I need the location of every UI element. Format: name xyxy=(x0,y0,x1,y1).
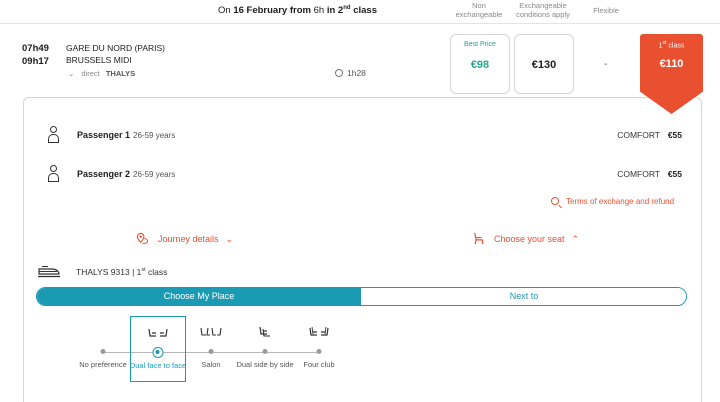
price-value: €130 xyxy=(531,59,557,71)
terms-link[interactable]: Terms of exchange and refund xyxy=(551,197,674,206)
class-suffix: st xyxy=(141,267,146,274)
radio-dot xyxy=(316,349,322,354)
chevron-up-icon: ⌃ xyxy=(571,234,580,244)
seat-option-dual-side-by-side[interactable]: Dual side by side xyxy=(236,316,294,382)
departure-station: GARE DU NORD (PARIS) xyxy=(66,43,166,53)
radio-selected xyxy=(152,347,164,358)
passenger-age: 26-59 years xyxy=(133,131,176,140)
search-icon xyxy=(551,197,559,205)
seat-option-label: Four club xyxy=(303,360,335,369)
travel-date: 16 February xyxy=(233,5,288,17)
radio-dot xyxy=(262,349,268,354)
journey-details-toggle[interactable]: Journey details ⌄ xyxy=(136,232,233,245)
price-non-exchangeable[interactable]: Best Price €98 xyxy=(450,34,510,94)
passenger-row: Passenger 1 26-59 years COMFORT €55 xyxy=(23,126,702,146)
salon-seats-icon xyxy=(200,327,222,336)
column-label: conditions apply xyxy=(516,10,570,19)
class-suffix: st xyxy=(662,40,667,46)
class-suffix: nd xyxy=(343,5,351,11)
class-word: class xyxy=(353,5,377,17)
trip-duration: 1h28 xyxy=(335,68,366,78)
train-times: 07h49 09h17 xyxy=(22,42,49,68)
train-result-row[interactable]: 07h49 09h17 GARE DU NORD (PARIS) BRUSSEL… xyxy=(0,26,720,98)
person-icon xyxy=(48,165,59,183)
arrival-time: 09h17 xyxy=(22,56,49,67)
departure-time: 07h49 xyxy=(22,43,49,54)
column-flexible: Flexible xyxy=(593,6,619,15)
train-info: THALYS 9313 | 1st class xyxy=(38,264,638,280)
price-flexible: - xyxy=(604,59,608,70)
from-word: from xyxy=(289,5,311,17)
fare-class: COMFORT xyxy=(617,130,660,140)
seat-selection-tabs: Choose My Place Next to xyxy=(36,287,687,306)
face-to-face-seats-icon xyxy=(148,328,168,337)
column-label: exchangeable xyxy=(455,10,503,19)
chevron-down-icon: ⌄ xyxy=(225,234,234,244)
passenger-name: Passenger 2 xyxy=(77,169,131,179)
choose-seat-label: Choose your seat xyxy=(494,234,565,244)
price-value: €98 xyxy=(470,59,490,71)
radio-dot xyxy=(100,349,106,354)
train-icon xyxy=(38,266,60,278)
first-class-price: €110 xyxy=(659,58,684,70)
seat-option-no-preference[interactable]: No preference xyxy=(75,316,131,382)
date-prefix: On xyxy=(218,5,231,17)
class-word: class xyxy=(668,42,685,50)
travel-time: 6h xyxy=(313,5,325,17)
seat-option-dual-face-to-face[interactable]: Dual face to face xyxy=(130,316,186,382)
train-stations: GARE DU NORD (PARIS) BRUSSELS MIDI xyxy=(66,42,165,66)
train-number: THALYS 9313 | 1 xyxy=(76,267,142,277)
train-details-toggle[interactable]: ⌄ direct THALYS xyxy=(68,69,135,78)
choose-seat-toggle[interactable]: Choose your seat ⌃ xyxy=(472,232,579,245)
passenger-price: €55 xyxy=(667,130,682,140)
best-price-badge: Best Price xyxy=(464,41,496,48)
journey-details-label: Journey details xyxy=(158,234,219,244)
tab-next-to[interactable]: Next to xyxy=(361,288,686,305)
passenger-row: Passenger 2 26-59 years COMFORT €55 xyxy=(23,165,702,185)
seat-icon xyxy=(474,232,484,245)
search-summary: On 16 February from 6h in 2nd class xyxy=(218,5,377,16)
search-summary-bar: On 16 February from 6h in 2nd class Non … xyxy=(0,0,720,24)
tab-choose-my-place[interactable]: Choose My Place xyxy=(37,288,361,305)
clock-icon xyxy=(335,69,343,77)
direct-label: direct xyxy=(81,69,100,78)
operator-name: THALYS xyxy=(105,69,136,78)
column-label: Non xyxy=(472,1,486,10)
column-label: Exchangeable xyxy=(519,1,567,10)
passenger-name: Passenger 1 xyxy=(77,130,131,140)
passenger-price: €55 xyxy=(667,169,682,179)
radio-dot xyxy=(208,349,214,354)
seat-option-four-club[interactable]: Four club xyxy=(291,316,347,382)
side-by-side-seats-icon xyxy=(259,326,270,337)
fare-class: COMFORT xyxy=(617,169,660,179)
first-class-label: 1st class xyxy=(640,40,703,49)
column-exchangeable: Exchangeable conditions apply xyxy=(510,1,576,19)
chevron-down-icon: ⌄ xyxy=(68,69,75,78)
column-non-exchangeable: Non exchangeable xyxy=(452,1,506,19)
four-club-seats-icon xyxy=(309,326,329,336)
passenger-age: 26-59 years xyxy=(133,170,176,179)
person-icon xyxy=(48,126,59,144)
map-pin-icon xyxy=(136,232,149,245)
duration-value: 1h28 xyxy=(347,68,366,78)
price-exchangeable[interactable]: €130 xyxy=(514,34,574,94)
in-word: in xyxy=(326,5,336,17)
class-word: class xyxy=(148,267,168,277)
arrival-station: BRUSSELS MIDI xyxy=(66,55,132,65)
terms-label: Terms of exchange and refund xyxy=(566,197,675,206)
seat-option-salon[interactable]: Salon xyxy=(183,316,239,382)
train-name: THALYS 9313 | 1st class xyxy=(76,267,167,277)
